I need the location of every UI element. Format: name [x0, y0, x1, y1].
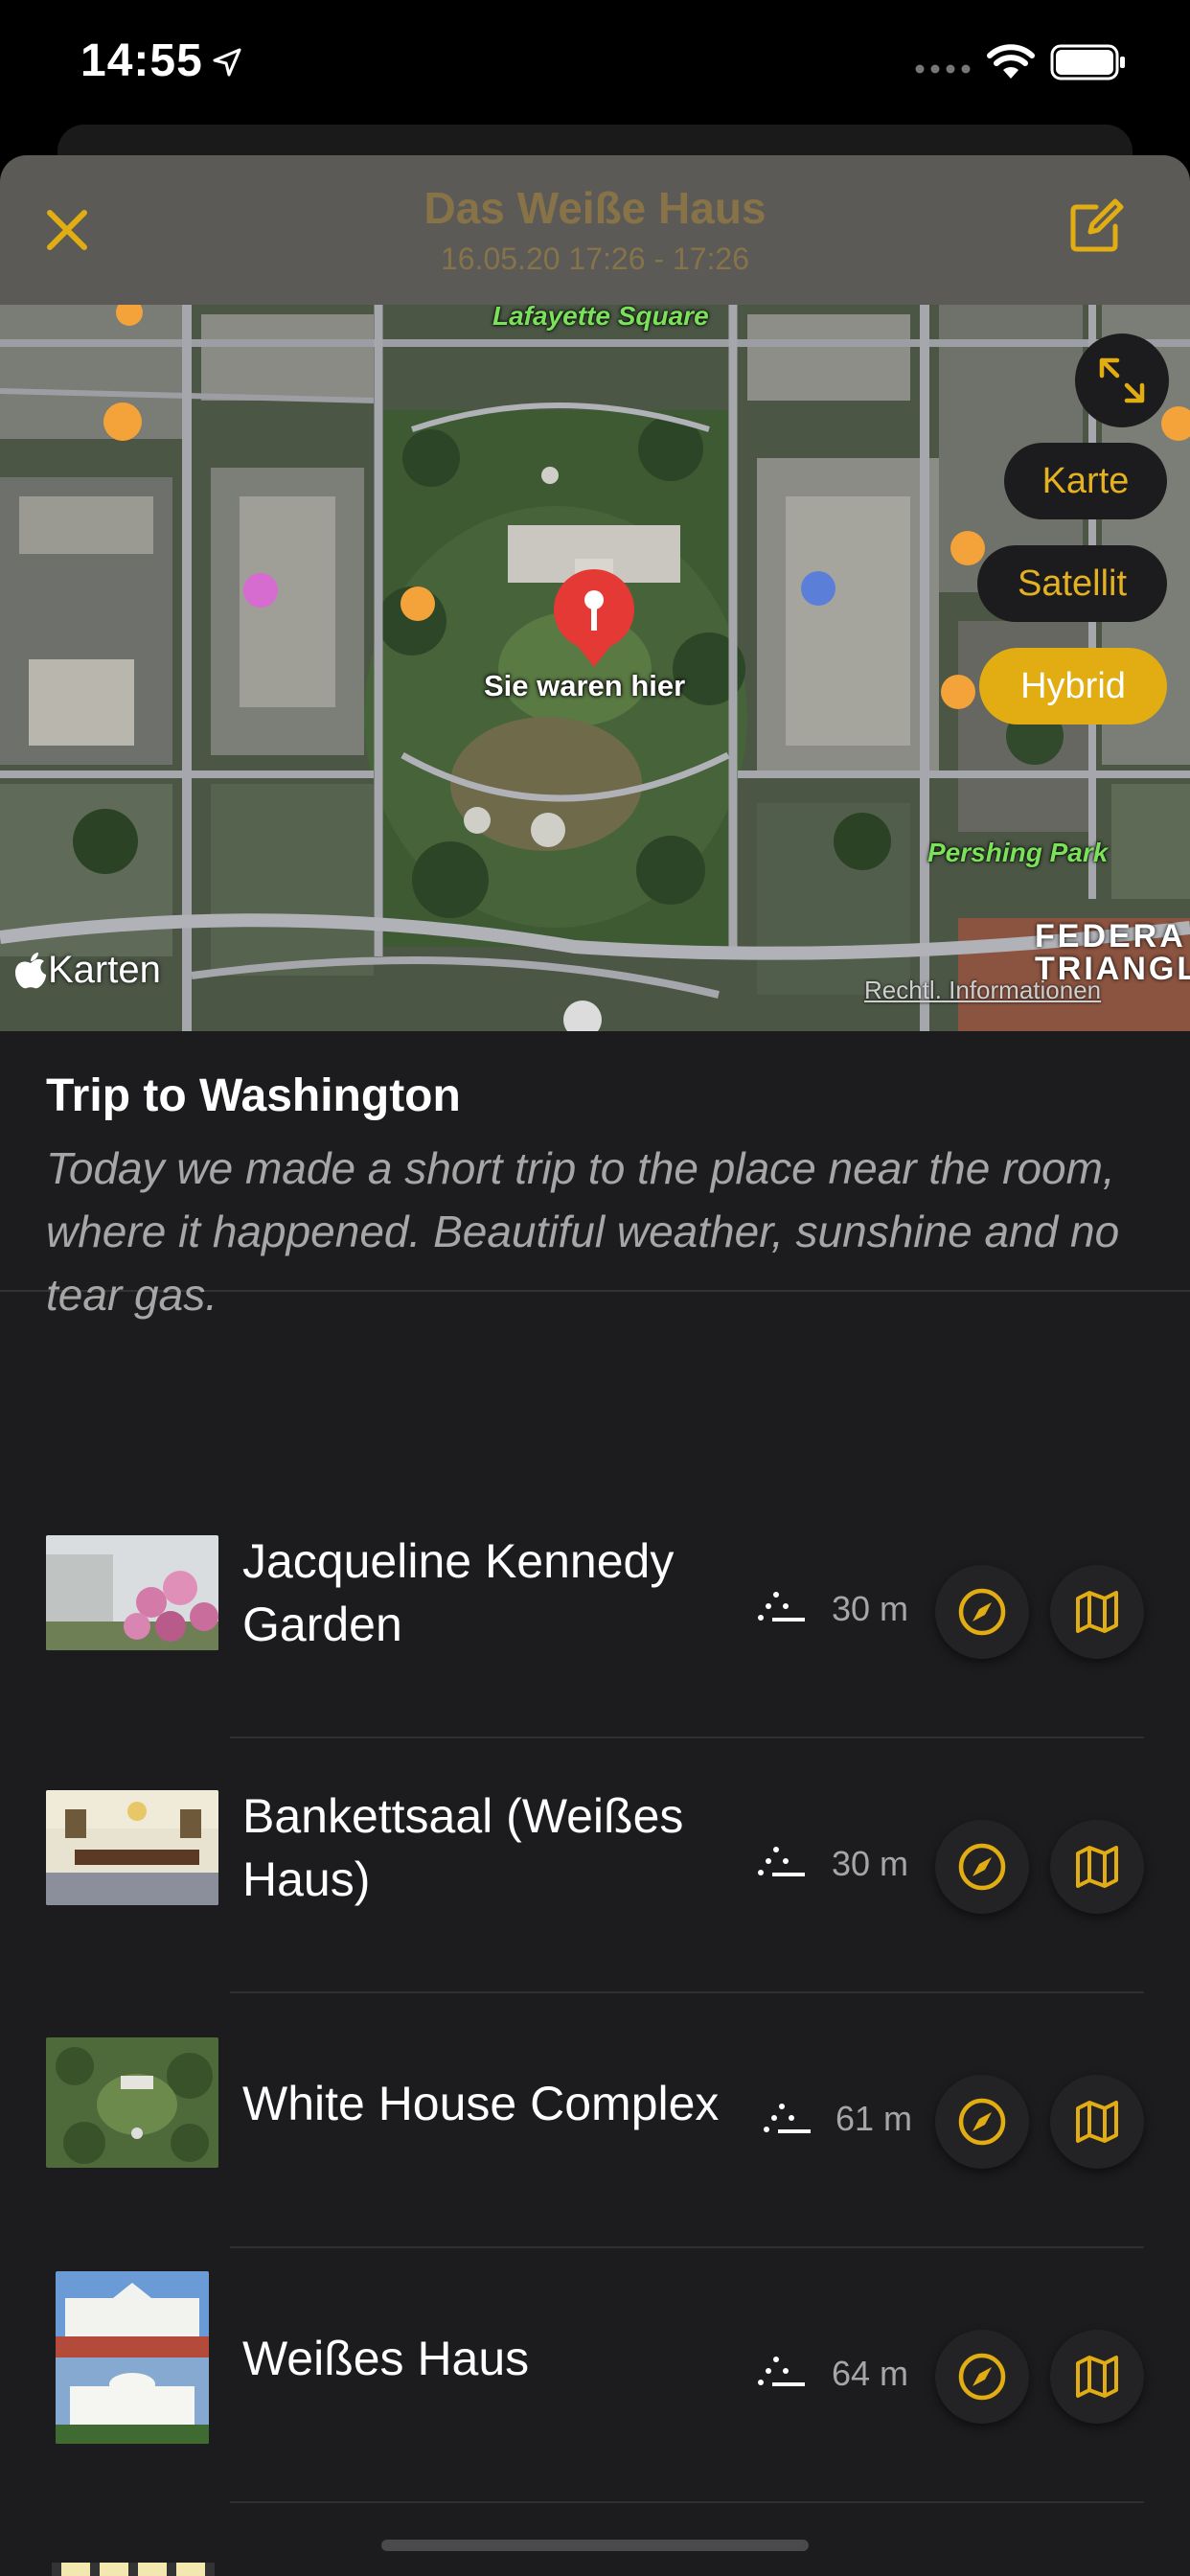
navigate-button[interactable] [935, 2075, 1029, 2169]
wifi-icon [987, 44, 1035, 79]
list-item[interactable]: Bankettsaal (Weißes Haus) 30 m [0, 1738, 1190, 1993]
edit-icon[interactable] [1067, 197, 1125, 255]
compass-icon [958, 2098, 1006, 2146]
compass-icon [958, 1588, 1006, 1636]
place-distance: 61 m [835, 2099, 913, 2138]
place-thumbnail [56, 2271, 209, 2444]
show-on-map-button[interactable] [1050, 2330, 1144, 2424]
map-icon [1076, 2101, 1118, 2143]
home-indicator[interactable] [381, 2540, 809, 2551]
trip-notes: Trip to Washington Today we made a short… [0, 1031, 1190, 1320]
map-label-lafayette-square: Lafayette Square [492, 305, 709, 331]
walking-distance-icon [758, 1592, 805, 1622]
notes-title: Trip to Washington [46, 1070, 461, 1121]
status-time: 14:55 [80, 35, 203, 86]
place-name: White House Complex [242, 2077, 720, 2130]
navigate-button[interactable] [935, 1565, 1029, 1659]
expand-map-button[interactable] [1075, 334, 1169, 427]
place-name: Bankettsaal (Weißes Haus) [242, 1789, 684, 1906]
page-subtitle: 16.05.20 17:26 - 17:26 [440, 242, 750, 276]
map-icon [1076, 2356, 1118, 2398]
place-distance: 30 m [832, 1589, 909, 1628]
map-type-hybrid-button[interactable]: Hybrid [979, 648, 1167, 724]
map-pin-label: Sie waren hier [484, 669, 686, 702]
district-line-1: FEDERA [1035, 918, 1186, 954]
nav-bar: Das Weiße Haus 16.05.20 17:26 - 17:26 [0, 155, 1190, 305]
show-on-map-button[interactable] [1050, 2075, 1144, 2169]
place-thumbnail [46, 2037, 218, 2168]
location-arrow-icon [213, 48, 241, 77]
place-distance: 64 m [832, 2354, 909, 2393]
maps-brand-text: Karten [48, 949, 161, 991]
legal-info-link[interactable]: Rechtl. Informationen [864, 976, 1101, 1005]
show-on-map-button[interactable] [1050, 1565, 1144, 1659]
cellular-signal-icon [915, 64, 971, 74]
page-title: Das Weiße Haus [423, 183, 767, 233]
navigate-button[interactable] [935, 1820, 1029, 1914]
list-item[interactable]: White House Complex 61 m [0, 1993, 1190, 2248]
map-type-satellit-button[interactable]: Satellit [977, 545, 1167, 622]
place-name: Weißes Haus [242, 2332, 530, 2385]
navigate-button[interactable] [935, 2330, 1029, 2424]
place-name: Jacqueline Kennedy Garden [242, 1534, 675, 1651]
map-icon [1076, 1846, 1118, 1888]
place-thumbnail [46, 1535, 218, 1650]
place-distance: 30 m [832, 1844, 909, 1883]
list-item[interactable]: Weißes Haus 64 m [0, 2248, 1190, 2503]
maps-attribution: Karten [13, 949, 161, 992]
walking-distance-icon [764, 2104, 811, 2133]
battery-icon [1050, 44, 1125, 80]
compass-icon [958, 2353, 1006, 2401]
map-type-karte-button[interactable]: Karte [1004, 443, 1167, 519]
expand-icon [1099, 357, 1145, 403]
walking-distance-icon [758, 1847, 805, 1876]
compass-icon [958, 1843, 1006, 1891]
map-icon [1076, 1591, 1118, 1633]
show-on-map-button[interactable] [1050, 1820, 1144, 1914]
row-separator [230, 2501, 1144, 2503]
status-bar: 14:55 [0, 0, 1190, 125]
place-thumbnail [46, 1790, 218, 1905]
walking-distance-icon [758, 2357, 805, 2386]
apple-logo-icon [15, 952, 46, 988]
list-item[interactable]: Jacqueline Kennedy Garden 30 m [0, 1484, 1190, 1738]
map-label-pershing-park: Pershing Park [927, 838, 1109, 867]
place-thumbnail-partial [52, 2563, 215, 2576]
